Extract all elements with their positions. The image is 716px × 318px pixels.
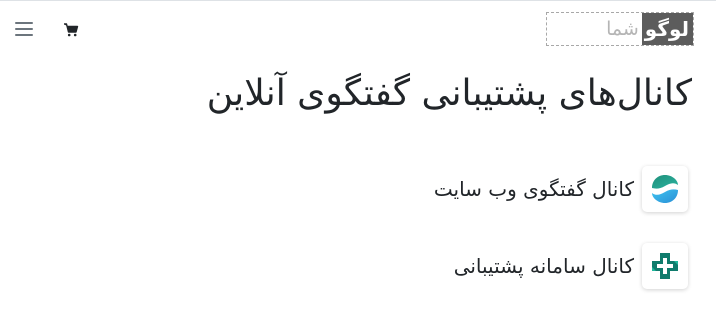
- logo-light-text: شما: [606, 18, 639, 40]
- top-border: [0, 0, 716, 1]
- shopping-cart-icon[interactable]: [63, 22, 79, 37]
- logo-dark-text: لوگو: [641, 13, 693, 45]
- hamburger-menu-icon[interactable]: [13, 19, 35, 39]
- site-logo[interactable]: لوگو شما: [546, 12, 694, 46]
- channel-label: کانال گفتگوی وب سایت: [433, 177, 634, 201]
- page-title: کانال‌های پشتیبانی گفتگوی آنلاین: [206, 73, 692, 114]
- channel-item-helpdesk[interactable]: کانال سامانه پشتیبانی: [454, 242, 688, 290]
- channel-item-website-chat[interactable]: کانال گفتگوی وب سایت: [434, 165, 688, 213]
- website-chat-channel-icon: [642, 166, 688, 212]
- helpdesk-channel-icon: [642, 243, 688, 289]
- channel-label: کانال سامانه پشتیبانی: [453, 254, 634, 278]
